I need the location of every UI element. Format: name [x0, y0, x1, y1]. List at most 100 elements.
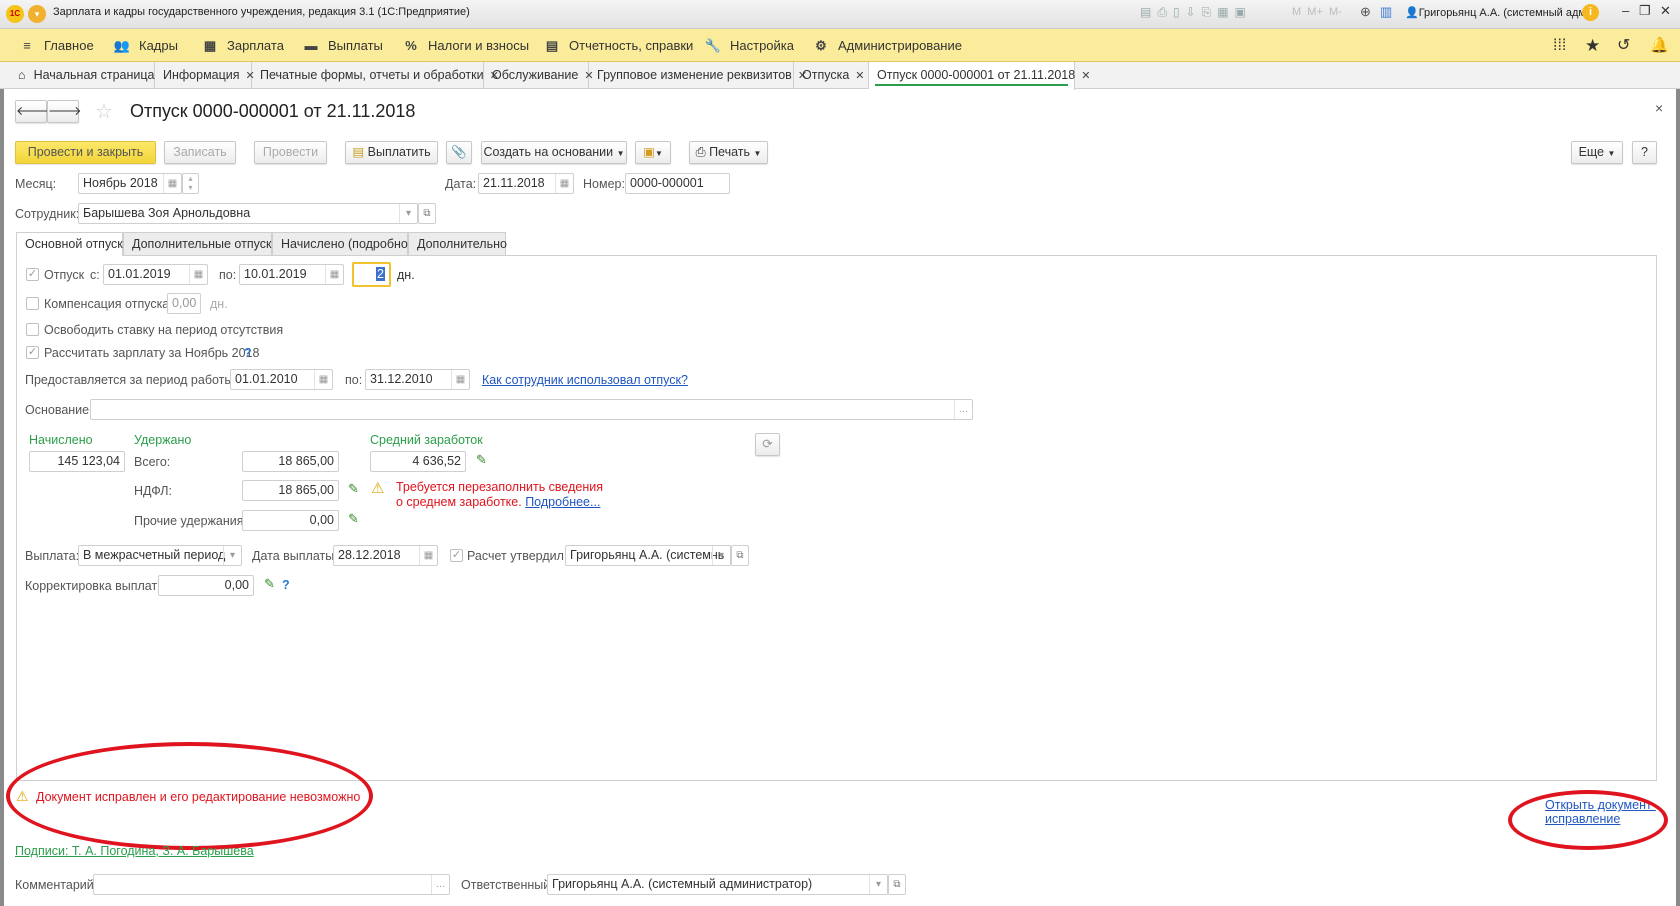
calendar-icon[interactable]: ▦	[189, 265, 207, 284]
post-and-close-button[interactable]: Провести и закрыть	[15, 141, 156, 164]
favorites-star-icon[interactable]: ★	[1585, 29, 1600, 62]
minimize-button[interactable]: –	[1622, 3, 1629, 18]
calc-salary-checkbox[interactable]: ✓	[26, 346, 39, 359]
close-window-button[interactable]: ✕	[1660, 3, 1671, 19]
close-tab-icon[interactable]: ✕	[855, 70, 864, 82]
tab-additional[interactable]: Дополнительно	[408, 232, 507, 256]
average-earnings-field[interactable]: 4 636,52	[370, 451, 466, 472]
correction-field[interactable]: 0,00	[158, 575, 254, 596]
open-responsible-icon[interactable]: ⧉	[888, 874, 906, 895]
all-functions-icon[interactable]: ⁞⁞⁞	[1553, 29, 1566, 62]
tab-main-vacation[interactable]: Основной отпуск	[16, 232, 123, 256]
help-button[interactable]: ?	[1632, 141, 1657, 164]
calendar-icon[interactable]: ▦	[163, 174, 181, 193]
close-tab-icon[interactable]: ✕	[1081, 70, 1090, 82]
edit-pencil-icon[interactable]: ✎	[348, 511, 359, 527]
more-button[interactable]: Еще ▼	[1571, 141, 1623, 164]
menu-item-salary[interactable]: ▦ Зарплата	[201, 29, 284, 62]
attach-button[interactable]: 📎	[446, 141, 472, 164]
panel-icon[interactable]: ▥	[1380, 4, 1392, 20]
tab-vacations[interactable]: Отпуска ✕	[794, 62, 869, 89]
calc-memory-buttons[interactable]: M M+ M-	[1292, 6, 1342, 18]
calendar-icon[interactable]: ▦	[555, 174, 573, 193]
pay-date-field[interactable]: 28.12.2018 ▦	[333, 545, 438, 566]
vacation-checkbox[interactable]: ✓	[26, 268, 39, 281]
tab-home[interactable]: ⌂ Начальная страница	[10, 62, 155, 89]
tab-vacation-document[interactable]: Отпуск 0000-000001 от 21.11.2018 ✕	[869, 62, 1090, 90]
dropdown-arrow-icon[interactable]: ▾	[869, 875, 887, 894]
info-icon[interactable]: i	[1582, 4, 1599, 21]
details-link[interactable]: Подробнее...	[525, 495, 600, 509]
release-rate-checkbox[interactable]	[26, 323, 39, 336]
period-to-field[interactable]: 31.12.2010 ▦	[365, 369, 470, 390]
calendar-icon[interactable]: ▦	[419, 546, 437, 565]
vacation-to-field[interactable]: 10.01.2019 ▦	[239, 264, 344, 285]
compensation-field[interactable]: 0,00	[167, 293, 201, 314]
tab-print-forms[interactable]: Печатные формы, отчеты и обработки ✕	[252, 62, 499, 89]
menu-item-admin[interactable]: ⚙ Администрирование	[812, 29, 962, 62]
menu-item-settings[interactable]: 🔧 Настройка	[704, 29, 794, 62]
tab-service[interactable]: Обслуживание ✕	[484, 62, 594, 89]
tab-information[interactable]: Информация ✕	[155, 62, 255, 89]
calendar-icon[interactable]: ▦	[314, 370, 332, 389]
open-approver-icon[interactable]: ⧉	[731, 545, 749, 566]
current-user[interactable]: 👤Григорьянц А.А. (системный адм...	[1405, 6, 1595, 19]
compensation-checkbox[interactable]	[26, 297, 39, 310]
approved-checkbox[interactable]: ✓	[450, 549, 463, 562]
history-icon[interactable]: ↺	[1617, 29, 1630, 62]
edit-pencil-icon[interactable]: ✎	[264, 576, 275, 592]
open-employee-icon[interactable]: ⧉	[418, 203, 436, 224]
date-field[interactable]: 21.11.2018 ▦	[478, 173, 574, 194]
save-button[interactable]: Записать	[164, 141, 236, 164]
app-menu-icon[interactable]: ▾	[28, 5, 46, 23]
other-deductions-field[interactable]: 0,00	[242, 510, 339, 531]
tab-additional-vacations[interactable]: Дополнительные отпуска	[123, 232, 279, 256]
menu-item-main[interactable]: ≡ Главное	[18, 29, 93, 62]
help-icon[interactable]: ?	[244, 346, 252, 360]
calendar-icon[interactable]: ▦	[451, 370, 469, 389]
notifications-bell-icon[interactable]: 🔔	[1650, 29, 1669, 62]
ellipsis-icon[interactable]: …	[954, 400, 972, 419]
back-button[interactable]: 🡐	[15, 100, 50, 123]
total-withheld-field[interactable]: 18 865,00	[242, 451, 339, 472]
tab-group-edit[interactable]: Групповое изменение реквизитов ✕	[589, 62, 807, 89]
responsible-select[interactable]: Григорьянц А.А. (системный администратор…	[547, 874, 888, 895]
ellipsis-icon[interactable]: …	[431, 875, 449, 894]
month-spinner[interactable]: ▴ ▾	[182, 173, 199, 194]
menu-item-hr[interactable]: 👥 Кадры	[113, 29, 178, 62]
vacation-usage-link[interactable]: Как сотрудник использовал отпуск?	[482, 373, 688, 387]
quick-tools-icons[interactable]: ▤⎙▯⇩⎘▦▣	[1140, 5, 1252, 20]
days-field[interactable]: 2	[352, 262, 391, 287]
dropdown-arrow-icon[interactable]: ▾	[223, 546, 241, 565]
payout-select[interactable]: В межрасчетный период ▾	[78, 545, 242, 566]
restore-button[interactable]: ❐	[1639, 3, 1651, 19]
help-icon[interactable]: ?	[282, 578, 290, 592]
tab-accrued-details[interactable]: Начислено (подробно)	[272, 232, 412, 256]
edit-pencil-icon[interactable]: ✎	[476, 452, 487, 468]
menu-item-reports[interactable]: ▤ Отчетность, справки	[543, 29, 693, 62]
vacation-from-field[interactable]: 01.01.2019 ▦	[103, 264, 208, 285]
zoom-icon[interactable]: ⊕	[1360, 4, 1371, 20]
refresh-button[interactable]: ⟳	[755, 433, 780, 456]
number-field[interactable]: 0000-000001	[625, 173, 730, 194]
favorite-star-icon[interactable]: ☆	[95, 99, 113, 124]
comment-field[interactable]: …	[93, 874, 450, 895]
dropdown-arrow-icon[interactable]: ▾	[712, 546, 730, 565]
approver-select[interactable]: Григорьянц А.А. (системнь ▾	[565, 545, 731, 566]
basis-field[interactable]: …	[90, 399, 973, 420]
close-form-icon[interactable]: ×	[1655, 100, 1663, 116]
print-button[interactable]: ⎙ Печать ▼	[689, 141, 768, 164]
signatures-link[interactable]: Подписи: Т. А. Погодина, З. А. Барышева	[15, 844, 254, 858]
month-field[interactable]: Ноябрь 2018 ▦	[78, 173, 182, 194]
create-based-on-button[interactable]: Создать на основании ▼	[481, 141, 627, 164]
pay-button[interactable]: ▤ Выплатить	[345, 141, 438, 164]
menu-item-payments[interactable]: ▬ Выплаты	[302, 29, 383, 62]
edit-pencil-icon[interactable]: ✎	[348, 481, 359, 497]
accrued-field[interactable]: 145 123,04	[29, 451, 125, 472]
employee-field[interactable]: Барышева Зоя Арнольдовна ▾	[78, 203, 418, 224]
menu-item-taxes[interactable]: % Налоги и взносы	[402, 29, 529, 62]
forward-button[interactable]: 🡒	[47, 100, 82, 123]
related-documents-button[interactable]: ▣▼	[635, 141, 671, 164]
period-from-field[interactable]: 01.01.2010 ▦	[230, 369, 333, 390]
ndfl-field[interactable]: 18 865,00	[242, 480, 339, 501]
